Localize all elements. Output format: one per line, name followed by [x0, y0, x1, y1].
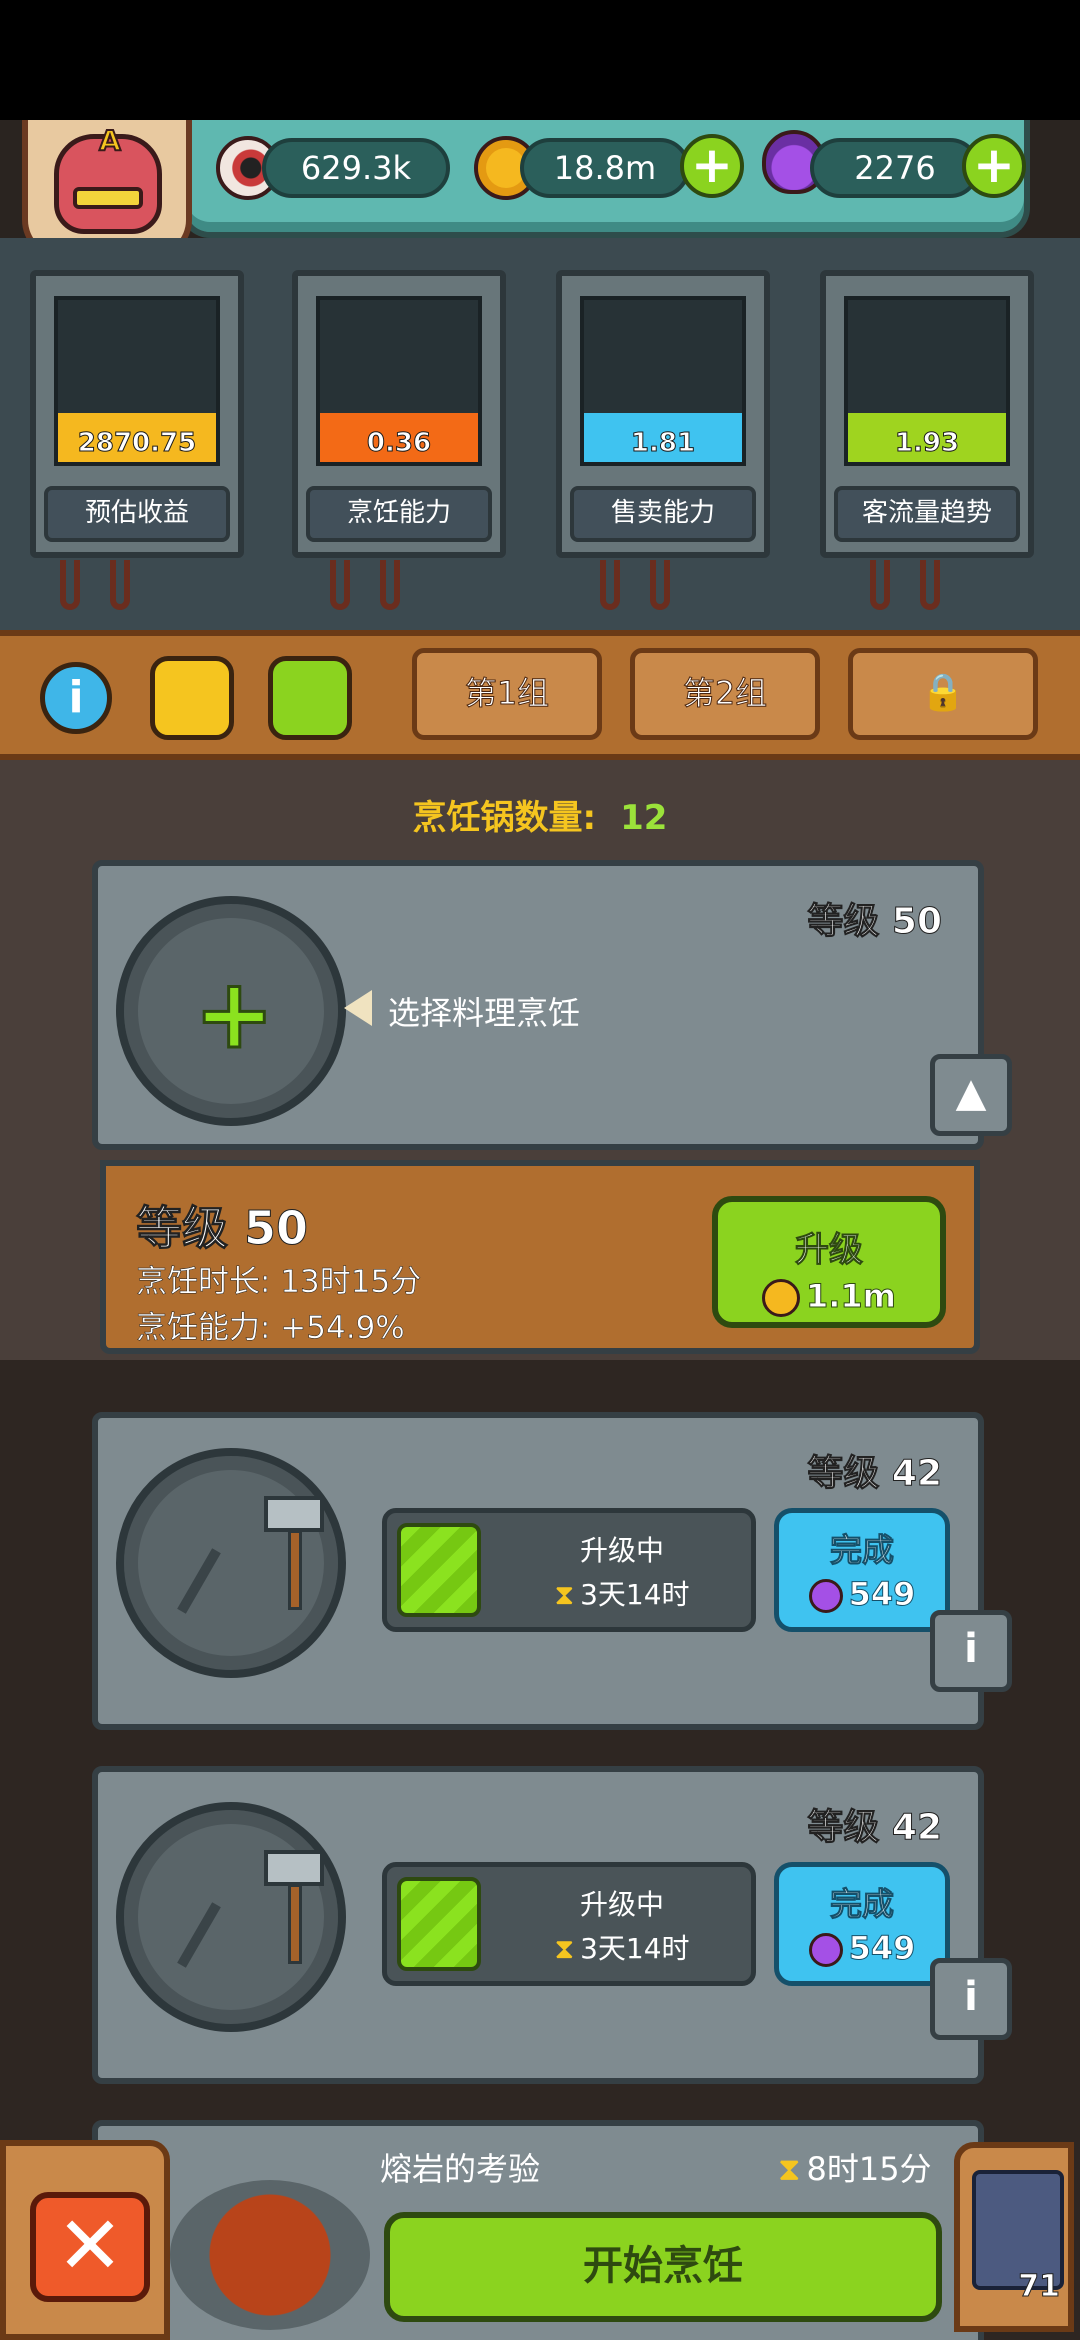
- hammer-icon: [264, 1850, 324, 1886]
- pot-info-button[interactable]: i: [930, 1610, 1012, 1692]
- stat-label: 售卖能力: [570, 486, 756, 542]
- start-cooking-label: 开始烹饪: [583, 2243, 743, 2289]
- quest-name: 熔岩的考验: [380, 2150, 541, 2188]
- quest-time: ⧗ 8时15分: [778, 2150, 932, 2188]
- cook-time: 烹饪时长: 13时15分: [136, 1264, 422, 1301]
- finish-label: 完成: [829, 1885, 894, 1924]
- finish-cost: 549: [848, 1929, 916, 1968]
- stat-card: 1.81 售卖能力: [556, 270, 770, 558]
- shirt-icon[interactable]: [150, 656, 234, 740]
- stat-card: 0.36 烹饪能力: [292, 270, 506, 558]
- pot-level: 等级 50: [807, 901, 943, 943]
- stat-gauge: 1.93: [844, 296, 1010, 466]
- upgrade-progress: 升级中 ⧗ 3天14时: [382, 1508, 756, 1632]
- hourglass-icon: ⧗: [554, 1578, 575, 1611]
- stat-gauge: 0.36: [316, 296, 482, 466]
- upgrade-status: 升级中: [579, 1534, 664, 1567]
- stat-value: 1.81: [630, 428, 696, 459]
- rank-badge: A: [98, 123, 122, 158]
- cook-power: 烹饪能力: +54.9%: [136, 1310, 405, 1347]
- upgrade-level: 等级 50: [135, 1201, 309, 1256]
- tab-locked[interactable]: 🔒: [848, 648, 1038, 740]
- finish-button[interactable]: 完成 549: [774, 1862, 950, 1986]
- coin-icon: [761, 1279, 800, 1317]
- tab-group-2[interactable]: 第2组: [630, 648, 820, 740]
- empty-pot[interactable]: +: [116, 896, 346, 1126]
- pot-info-button[interactable]: i: [930, 1958, 1012, 2040]
- upgrading-pot: [116, 1802, 346, 2032]
- progress-bar: [397, 1523, 481, 1617]
- stat-gauge: 2870.75: [54, 296, 220, 466]
- remaining-time: ⧗ 3天14时: [554, 1578, 690, 1611]
- pot-count-value: 12: [620, 798, 668, 838]
- hourglass-icon: ⧗: [778, 2150, 801, 2188]
- nail-icon: [177, 1902, 221, 1968]
- stat-label: 预估收益: [44, 486, 230, 542]
- status-bar: [0, 0, 1080, 120]
- start-cooking-button[interactable]: 开始烹饪: [384, 2212, 942, 2322]
- stat-value: 0.36: [366, 428, 432, 459]
- finish-label: 完成: [829, 1531, 894, 1570]
- upgrade-progress: 升级中 ⧗ 3天14时: [382, 1862, 756, 1986]
- arrow-left-icon: [344, 990, 372, 1026]
- stat-label: 烹饪能力: [306, 486, 492, 542]
- upgrade-label: 升级: [795, 1230, 864, 1271]
- upgrade-status: 升级中: [579, 1888, 664, 1921]
- finish-button[interactable]: 完成 549: [774, 1508, 950, 1632]
- hammer-icon: [264, 1496, 324, 1532]
- tab-group-1[interactable]: 第1组: [412, 648, 602, 740]
- info-button[interactable]: i: [40, 662, 112, 734]
- capsule-icon[interactable]: [268, 656, 352, 740]
- pot-level: 等级 42: [807, 1453, 943, 1495]
- pot-card-3[interactable]: 等级 42 升级中 ⧗ 3天14时 完成 549: [92, 1766, 984, 2084]
- close-icon[interactable]: ✕: [30, 2192, 150, 2302]
- stat-card: 2870.75 预估收益: [30, 270, 244, 558]
- add-coins-button[interactable]: +: [680, 134, 744, 198]
- stat-label: 客流量趋势: [834, 486, 1020, 542]
- select-dish-hint: 选择料理烹饪: [388, 994, 581, 1032]
- stat-gauge: 1.81: [580, 296, 746, 466]
- coins-counter: 18.8m: [520, 138, 690, 198]
- finish-cost: 549: [848, 1575, 916, 1614]
- close-panel[interactable]: ✕: [0, 2140, 170, 2340]
- add-icon: +: [193, 958, 276, 1070]
- recipe-book-count: 71: [1018, 2269, 1061, 2305]
- stat-card: 1.93 客流量趋势: [820, 270, 1034, 558]
- eyes-counter: 629.3k: [262, 138, 450, 198]
- nail-icon: [177, 1548, 221, 1614]
- stat-value: 1.93: [894, 428, 960, 459]
- upgrade-button[interactable]: 升级 1.1m: [712, 1196, 946, 1328]
- lock-icon: 🔒: [920, 672, 966, 714]
- pot-level: 等级 42: [807, 1807, 943, 1849]
- pot-count-label: 烹饪锅数量:: [412, 798, 597, 838]
- hourglass-icon: ⧗: [554, 1932, 575, 1965]
- upgrade-cost: 1.1m: [805, 1277, 897, 1316]
- pot-count: 烹饪锅数量: 12: [0, 790, 1080, 839]
- potion-icon: [808, 1933, 843, 1967]
- dish-icon: [170, 2180, 370, 2330]
- pot-card-2[interactable]: 等级 42 升级中 ⧗ 3天14时 完成 549: [92, 1412, 984, 1730]
- upgrading-pot: [116, 1448, 346, 1678]
- potions-counter: 2276: [810, 138, 980, 198]
- remaining-time: ⧗ 3天14时: [554, 1932, 690, 1965]
- collapse-button[interactable]: ▲: [930, 1054, 1012, 1136]
- potion-icon: [808, 1579, 843, 1613]
- stat-value: 2870.75: [77, 428, 197, 459]
- recipe-book-button[interactable]: 71: [954, 2142, 1074, 2332]
- add-potions-button[interactable]: +: [962, 134, 1026, 198]
- progress-bar: [397, 1877, 481, 1971]
- pot-card-1[interactable]: 等级 50 + 选择料理烹饪: [92, 860, 984, 1150]
